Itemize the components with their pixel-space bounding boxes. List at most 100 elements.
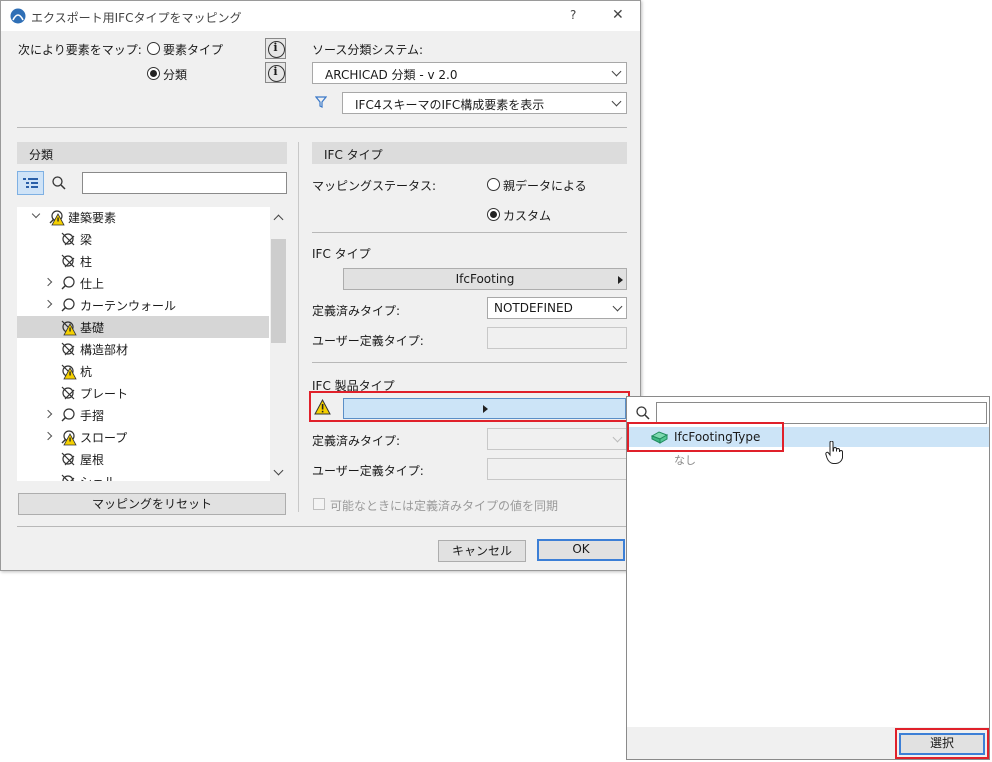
callout-highlight-select-button <box>895 728 989 759</box>
ifc-type-header-label: IFC タイプ <box>324 148 383 162</box>
chevron-right-icon[interactable] <box>43 299 53 309</box>
component-filter-select[interactable]: IFC4スキーマのIFC構成要素を表示 <box>342 92 627 114</box>
tree-item[interactable]: プレート <box>17 382 269 404</box>
tree-item[interactable]: 柱 <box>17 250 269 272</box>
tree-item[interactable]: カーテンウォール <box>17 294 269 316</box>
ifc-type-header: IFC タイプ <box>312 142 627 164</box>
classification-tree[interactable]: 建築要素梁柱仕上カーテンウォール基礎構造部材杭プレート手摺スロープ屋根シェル <box>17 207 287 481</box>
product-predefined-type-label: 定義済みタイプ: <box>312 434 401 448</box>
scroll-down-icon[interactable] <box>273 465 284 476</box>
product-user-defined-type-label: ユーザー定義タイプ: <box>312 464 424 478</box>
component-filter-value: IFC4スキーマのIFC構成要素を表示 <box>355 98 545 112</box>
tree-item[interactable]: 建築要素 <box>17 207 269 228</box>
help-button[interactable]: ? <box>570 8 576 22</box>
tree-item-label: 基礎 <box>80 321 105 335</box>
hand-cursor-icon <box>825 441 843 464</box>
unmapped-classification-icon <box>61 254 75 268</box>
sync-predefined-label: 可能なときには定義済みタイプの値を同期 <box>330 499 559 513</box>
predefined-type-label: 定義済みタイプ: <box>312 304 401 318</box>
tree-item-label: 仕上 <box>80 277 105 291</box>
divider <box>312 362 627 363</box>
chevron-down-icon <box>611 66 622 77</box>
classification-header: 分類 <box>17 142 287 164</box>
source-system-value: ARCHICAD 分類 - v 2.0 <box>325 68 458 82</box>
tree-item[interactable]: 屋根 <box>17 448 269 470</box>
warning-classification-icon <box>49 210 65 226</box>
radio-custom[interactable] <box>487 208 500 221</box>
chevron-right-icon[interactable] <box>43 431 53 441</box>
panel-splitter[interactable] <box>298 142 299 512</box>
unmapped-classification-icon <box>61 232 75 246</box>
product-user-defined-type-field <box>487 458 627 480</box>
tree-item[interactable]: 仕上 <box>17 272 269 294</box>
scroll-up-icon[interactable] <box>273 214 284 225</box>
radio-element-type[interactable] <box>147 42 160 55</box>
tree-item[interactable]: 構造部材 <box>17 338 269 360</box>
callout-highlight-ifc-footing-type <box>627 422 784 452</box>
radio-classification[interactable] <box>147 67 160 80</box>
info-button-element-type[interactable]: i <box>265 38 286 59</box>
ifc-type-label: IFC タイプ <box>312 247 371 261</box>
tree-item-label: 構造部材 <box>80 343 129 357</box>
divider <box>17 127 627 128</box>
ifc-product-type-popup: IfcFootingType なし 選択 <box>626 396 990 760</box>
info-icon: i <box>273 41 278 54</box>
map-ifc-types-dialog: エクスポート用IFCタイプをマッピング ? ✕ 次により要素をマップ: 要素タイ… <box>0 0 641 571</box>
tree-item-label: 杭 <box>80 365 93 379</box>
tree-item-label: 柱 <box>80 255 93 269</box>
archicad-logo-icon <box>10 8 26 24</box>
popup-list-item[interactable]: なし <box>628 449 989 469</box>
predefined-type-select[interactable]: NOTDEFINED <box>487 297 627 319</box>
sync-predefined-checkbox[interactable] <box>313 498 325 510</box>
tree-item[interactable]: シェル <box>17 470 269 481</box>
title-bar[interactable]: エクスポート用IFCタイプをマッピング ? ✕ <box>1 1 640 31</box>
tree-item-label: スロープ <box>80 431 128 445</box>
ifc-type-picker-button[interactable]: IfcFooting <box>343 268 627 290</box>
chevron-right-icon[interactable] <box>43 277 53 287</box>
classification-search-input[interactable] <box>82 172 287 194</box>
tree-scrollbar[interactable] <box>270 207 287 481</box>
warning-unmapped-icon <box>61 320 77 336</box>
popup-item-label: なし <box>674 454 696 467</box>
divider <box>312 232 627 233</box>
popup-search-input[interactable] <box>656 402 987 424</box>
chevron-down-icon <box>612 301 623 312</box>
callout-highlight-product-type <box>309 391 630 422</box>
chevron-down-icon <box>611 96 622 107</box>
reset-mapping-button[interactable]: マッピングをリセット <box>18 493 286 515</box>
tree-item[interactable]: 基礎 <box>17 316 269 338</box>
triangle-right-icon <box>618 276 623 284</box>
predefined-type-value: NOTDEFINED <box>494 301 573 315</box>
radio-by-parent-label: 親データによる <box>503 179 587 193</box>
search-icon <box>636 406 650 420</box>
mapped-classification-icon <box>61 408 75 422</box>
user-defined-type-label: ユーザー定義タイプ: <box>312 334 424 348</box>
tree-item[interactable]: 梁 <box>17 228 269 250</box>
tree-item[interactable]: スロープ <box>17 426 269 448</box>
chevron-right-icon[interactable] <box>43 409 53 419</box>
tree-item[interactable]: 手摺 <box>17 404 269 426</box>
close-button[interactable]: ✕ <box>612 7 624 23</box>
divider <box>17 526 627 527</box>
source-system-label: ソース分類システム: <box>312 43 424 57</box>
product-predefined-type-select <box>487 428 627 450</box>
classification-header-label: 分類 <box>29 148 54 162</box>
info-button-classification[interactable]: i <box>265 62 286 83</box>
radio-custom-label: カスタム <box>503 209 552 223</box>
tree-item-label: カーテンウォール <box>80 299 177 313</box>
cancel-button[interactable]: キャンセル <box>438 540 526 562</box>
warning-classification-icon <box>61 430 77 446</box>
warning-unmapped-icon <box>61 364 77 380</box>
scrollbar-thumb[interactable] <box>271 239 286 343</box>
ok-button[interactable]: OK <box>537 539 625 561</box>
mapping-status-label: マッピングステータス: <box>312 179 437 193</box>
tree-list-icon <box>23 178 38 188</box>
chevron-down-icon[interactable] <box>31 209 41 219</box>
tree-view-toggle[interactable] <box>17 171 44 195</box>
radio-by-parent[interactable] <box>487 178 500 191</box>
unmapped-classification-icon <box>61 474 75 481</box>
tree-item-label: シェル <box>80 473 116 481</box>
tree-item[interactable]: 杭 <box>17 360 269 382</box>
tree-item-label: 屋根 <box>80 453 105 467</box>
source-system-select[interactable]: ARCHICAD 分類 - v 2.0 <box>312 62 627 84</box>
